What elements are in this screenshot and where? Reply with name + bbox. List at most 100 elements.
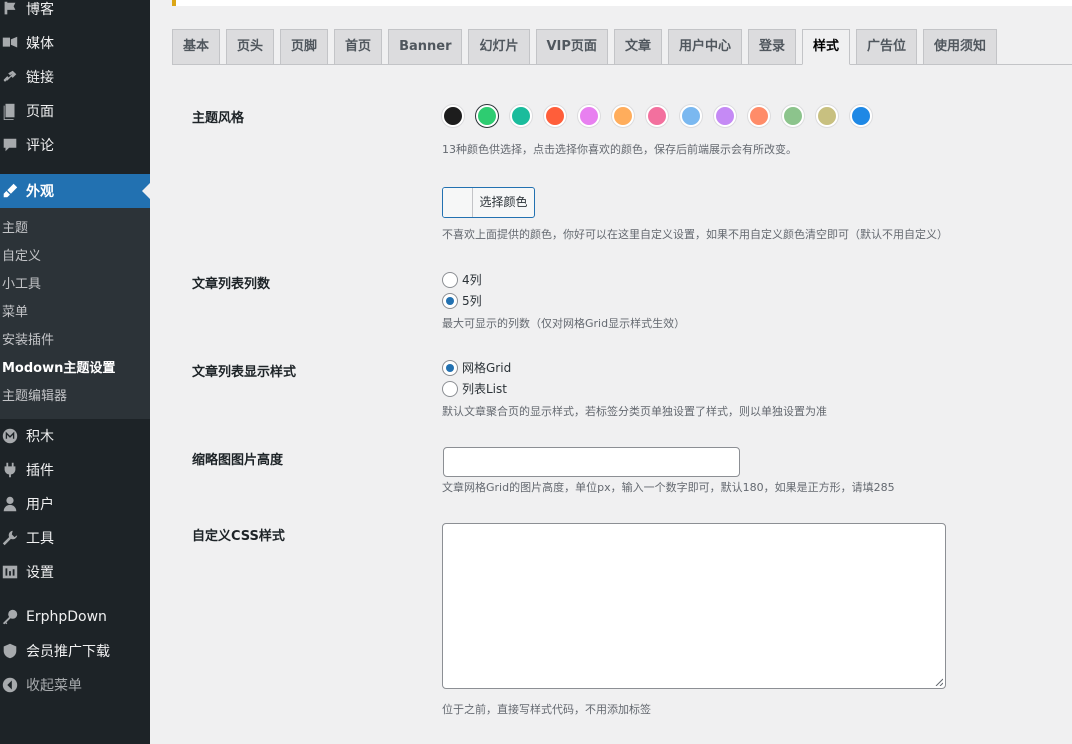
radio-label: 列表List — [462, 382, 507, 396]
radio-5-columns[interactable]: 5列 — [442, 292, 482, 309]
color-swatch[interactable] — [612, 105, 634, 127]
color-swatch[interactable] — [680, 105, 702, 127]
theme-color-swatches — [442, 105, 884, 127]
select-color-label: 选择颜色 — [479, 195, 528, 209]
submenu-item-theme-editor[interactable]: 主题编辑器 — [2, 383, 67, 411]
radio-label: 5列 — [462, 294, 482, 308]
menu-label: 插件 — [26, 463, 54, 479]
link-icon — [0, 67, 20, 87]
menu-label: 页面 — [26, 104, 54, 120]
menu-item-links[interactable]: 链接 — [0, 60, 150, 94]
menu-item-pages[interactable]: 页面 — [0, 94, 150, 128]
settings-icon — [0, 562, 20, 582]
submenu-item-widgets[interactable]: 小工具 — [2, 271, 41, 299]
radio-circle-checked — [442, 359, 458, 376]
color-swatch[interactable] — [544, 105, 566, 127]
menu-label: 博客 — [26, 2, 54, 18]
appearance-submenu: 主题 自定义 小工具 菜单 安装插件 Modown主题设置 主题编辑器 — [0, 208, 150, 419]
radio-circle-checked — [442, 292, 458, 309]
theme-style-desc: 13种颜色供选择，点击选择你喜欢的颜色，保存后前端展示会有所改变。 — [442, 143, 797, 156]
color-swatch[interactable] — [646, 105, 668, 127]
plugin-icon — [0, 460, 20, 480]
menu-item-plugins[interactable]: 插件 — [0, 453, 150, 487]
color-swatch[interactable] — [714, 105, 736, 127]
menu-label: 积木 — [26, 429, 54, 445]
menu-item-media[interactable]: 媒体 — [0, 26, 150, 60]
menu-item-erphpdown[interactable]: ErphpDown — [0, 600, 150, 634]
collapse-menu-button[interactable]: 收起菜单 — [0, 668, 150, 702]
tabs-divider — [172, 64, 1072, 65]
page-icon — [0, 101, 20, 121]
thumb-height-desc: 文章网格Grid的图片高度，单位px，输入一个数字即可，默认180，如果是正方形… — [442, 481, 895, 494]
user-icon — [0, 494, 20, 514]
color-swatch[interactable] — [782, 105, 804, 127]
menu-label: 工具 — [26, 531, 54, 547]
color-swatch[interactable] — [510, 105, 532, 127]
tab-footer[interactable]: 页脚 — [280, 29, 329, 65]
theme-style-label: 主题风格 — [192, 111, 245, 126]
color-swatch[interactable] — [850, 105, 872, 127]
color-swatch[interactable] — [476, 105, 498, 127]
tab-usage-notes[interactable]: 使用须知 — [923, 29, 998, 65]
menu-item-settings[interactable]: 设置 — [0, 555, 150, 589]
tab-style[interactable]: 样式 — [801, 29, 850, 65]
radio-list[interactable]: 列表List — [442, 380, 507, 397]
radio-grid[interactable]: 网格Grid — [442, 359, 511, 376]
custom-color-desc: 不喜欢上面提供的颜色，你好可以在这里自定义设置，如果不用自定义颜色清空即可（默认… — [442, 228, 948, 241]
collapse-icon — [0, 675, 20, 695]
menu-label: 会员推广下载 — [26, 644, 110, 660]
menu-label: 外观 — [26, 184, 54, 200]
menu-item-appearance[interactable]: 外观 — [0, 174, 150, 208]
tab-vip-page[interactable]: VIP页面 — [535, 29, 608, 65]
tab-banner[interactable]: Banner — [388, 29, 463, 65]
submenu-item-menus[interactable]: 菜单 — [2, 299, 28, 327]
submenu-item-customize[interactable]: 自定义 — [2, 243, 41, 271]
comment-icon — [0, 135, 20, 155]
menu-item-blocks[interactable]: 积木 — [0, 419, 150, 453]
menu-label: 链接 — [26, 70, 54, 86]
menu-label: 用户 — [26, 497, 54, 513]
menu-label: ErphpDown — [26, 609, 107, 625]
blocks-icon — [0, 426, 20, 446]
menu-label: 收起菜单 — [26, 678, 82, 694]
columns-label: 文章列表列数 — [192, 277, 271, 292]
custom-css-desc: 位于之前，直接写样式代码，不用添加标签 — [442, 703, 651, 716]
thumb-height-input[interactable] — [443, 447, 740, 477]
tab-basic[interactable]: 基本 — [172, 29, 221, 65]
color-swatch[interactable] — [578, 105, 600, 127]
list-style-label: 文章列表显示样式 — [192, 365, 297, 380]
radio-4-columns[interactable]: 4列 — [442, 271, 482, 288]
color-swatch[interactable] — [442, 105, 464, 127]
shield-icon — [0, 641, 20, 661]
tab-login[interactable]: 登录 — [747, 29, 796, 65]
menu-item-users[interactable]: 用户 — [0, 487, 150, 521]
menu-item-comments[interactable]: 评论 — [0, 128, 150, 162]
tab-user-center[interactable]: 用户中心 — [667, 29, 742, 65]
submenu-item-install-plugins[interactable]: 安装插件 — [2, 327, 54, 355]
main-content: 基本 页头 页脚 首页 Banner 幻灯片 VIP页面 文章 用户中心 登录 … — [150, 0, 1072, 744]
color-swatch[interactable] — [748, 105, 770, 127]
submenu-item-modown-settings[interactable]: Modown主题设置 — [2, 355, 115, 383]
menu-item-member-promotion[interactable]: 会员推广下载 — [0, 634, 150, 668]
tab-slideshow[interactable]: 幻灯片 — [468, 29, 530, 65]
tab-header[interactable]: 页头 — [226, 29, 275, 65]
tab-article[interactable]: 文章 — [613, 29, 662, 65]
media-icon — [0, 33, 20, 53]
color-preview — [443, 188, 473, 217]
tab-ads[interactable]: 广告位 — [856, 29, 918, 65]
select-color-button[interactable]: 选择颜色 — [442, 187, 535, 218]
menu-label: 评论 — [26, 138, 54, 154]
admin-sidebar: 博客 媒体 链接 页面 评论 外观 主题 自定义 小工具 菜单 安装插件 Mod… — [0, 0, 150, 744]
tab-home[interactable]: 首页 — [334, 29, 383, 65]
color-swatch[interactable] — [816, 105, 838, 127]
submenu-item-themes[interactable]: 主题 — [2, 215, 28, 243]
custom-css-textarea[interactable] — [442, 523, 946, 689]
resize-grip-icon[interactable] — [935, 678, 943, 686]
menu-item-tools[interactable]: 工具 — [0, 521, 150, 555]
settings-tabs: 基本 页头 页脚 首页 Banner 幻灯片 VIP页面 文章 用户中心 登录 … — [172, 29, 1003, 65]
thumb-height-label: 缩略图图片高度 — [192, 453, 284, 468]
custom-css-label: 自定义CSS样式 — [192, 529, 285, 544]
columns-desc: 最大可显示的列数（仅对网格Grid显示样式生效） — [442, 317, 686, 330]
pushpin-icon — [0, 0, 20, 19]
menu-item-posts[interactable]: 博客 — [0, 0, 150, 26]
